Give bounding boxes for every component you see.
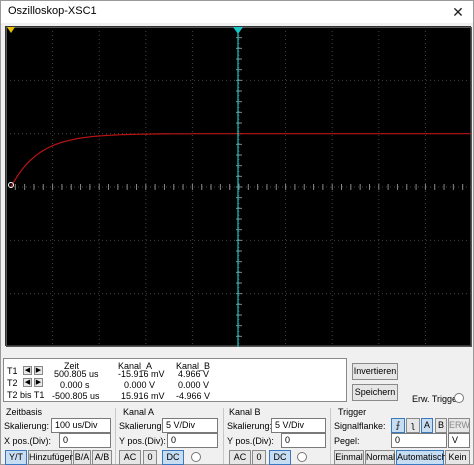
- readout-value: 0.000 s: [60, 380, 90, 390]
- trigger-source-ext-button[interactable]: ERW: [448, 418, 470, 433]
- trigger-edge-label: Signalflanke:: [334, 421, 386, 431]
- cursor-t1-handle: [233, 27, 243, 34]
- readout-value: -4.966 V: [176, 391, 211, 401]
- mode-add-button[interactable]: Hinzufügen: [28, 450, 75, 465]
- separator: [115, 408, 116, 464]
- oscilloscope-screen: [5, 26, 472, 347]
- kanal-a-ypos-label: Y pos.(Div):: [119, 436, 166, 446]
- zeitbasis-xpos-label: X pos.(Div):: [4, 436, 52, 446]
- trigger-level-label: Pegel:: [334, 436, 360, 446]
- scope-grid: [6, 27, 472, 347]
- channel-a-trace: [10, 133, 471, 188]
- kanal-a-scale-field[interactable]: 5 V/Div: [162, 418, 218, 433]
- falling-edge-icon[interactable]: ʅ: [406, 418, 420, 433]
- readout-value: 15.916 mV: [121, 391, 165, 401]
- kanal-b-title: Kanal B: [229, 407, 261, 417]
- t1-left-arrow[interactable]: ◀: [23, 366, 32, 375]
- kanal-b-scale-label: Skalierung:: [227, 421, 273, 431]
- kanal-a-connector[interactable]: [191, 452, 201, 462]
- readout-row-label: T2: [7, 378, 18, 388]
- trigger-source-b-button[interactable]: B: [435, 418, 447, 433]
- kanal-a-zero-button[interactable]: 0: [143, 450, 157, 465]
- readout-value: -500.805 us: [52, 391, 100, 401]
- separator: [330, 408, 331, 464]
- separator: [223, 408, 224, 464]
- t2-right-arrow[interactable]: ▶: [34, 378, 43, 387]
- close-button[interactable]: ✕: [447, 4, 469, 20]
- title-bar: Oszilloskop-XSC1 ✕: [1, 1, 473, 23]
- window-title: Oszilloskop-XSC1: [8, 5, 97, 17]
- kanal-a-ypos-field[interactable]: 0: [167, 433, 218, 448]
- t1-right-arrow[interactable]: ▶: [34, 366, 43, 375]
- save-button[interactable]: Speichern: [352, 384, 398, 401]
- trigger-title: Trigger: [338, 407, 367, 417]
- kanal-b-ypos-label: Y pos.(Div):: [227, 436, 274, 446]
- trigger-mode-single-button[interactable]: Einmal: [334, 450, 364, 465]
- kanal-a-title: Kanal A: [123, 407, 155, 417]
- mode-ba-button[interactable]: B/A: [73, 450, 91, 465]
- readout-row-label: T2 bis T1: [7, 390, 45, 400]
- kanal-a-ac-button[interactable]: AC: [119, 450, 141, 465]
- kanal-b-connector[interactable]: [297, 452, 307, 462]
- kanal-b-zero-button[interactable]: 0: [252, 450, 266, 465]
- t2-left-arrow[interactable]: ◀: [23, 378, 32, 387]
- cursor-readout-panel: Zeit Kanal_A Kanal_B T1 ◀ ▶ 500.805 us -…: [3, 358, 347, 402]
- kanal-a-scale-label: Skalierung:: [119, 421, 165, 431]
- trigger-position-marker: [7, 27, 15, 33]
- rising-edge-icon[interactable]: ⨍: [391, 418, 405, 433]
- trigger-mode-none-button[interactable]: Kein: [445, 450, 470, 465]
- trigger-mode-auto-button[interactable]: Automatisch: [396, 450, 447, 465]
- ext-trigger-connector[interactable]: [454, 393, 464, 403]
- kanal-b-ypos-field[interactable]: 0: [281, 433, 326, 448]
- scope-display: [6, 27, 472, 347]
- readout-value: 500.805 us: [54, 369, 99, 379]
- kanal-b-scale-field[interactable]: 5 V/Div: [271, 418, 326, 433]
- ext-trigger-label: Erw. Trigger: [412, 394, 461, 404]
- trigger-level-unit[interactable]: V: [448, 433, 470, 448]
- readout-value: -15.916 mV: [118, 369, 165, 379]
- invert-button[interactable]: Invertieren: [352, 363, 398, 380]
- kanal-b-dc-button[interactable]: DC: [269, 450, 291, 465]
- readout-value: 0.000 V: [178, 380, 210, 390]
- zeitbasis-xpos-field[interactable]: 0: [59, 433, 111, 448]
- mode-ab-button[interactable]: A/B: [92, 450, 112, 465]
- zeitbasis-title: Zeitbasis: [6, 407, 43, 417]
- oscilloscope-window: Oszilloskop-XSC1 ✕ Zeit Kanal_A Kanal_B …: [0, 0, 474, 465]
- zeitbasis-scale-label: Skalierung:: [4, 421, 50, 431]
- trigger-source-a-button[interactable]: A: [421, 418, 433, 433]
- readout-value: 0.000 V: [124, 380, 156, 390]
- kanal-a-dc-button[interactable]: DC: [162, 450, 184, 465]
- readout-row-label: T1: [7, 366, 18, 376]
- kanal-b-ac-button[interactable]: AC: [229, 450, 251, 465]
- zeitbasis-scale-field[interactable]: 100 us/Div: [51, 418, 111, 433]
- trigger-level-field[interactable]: 0: [391, 433, 447, 448]
- mode-yt-button[interactable]: Y/T: [5, 450, 27, 465]
- readout-value: 4.966 V: [178, 369, 210, 379]
- trigger-mode-normal-button[interactable]: Normal: [365, 450, 395, 465]
